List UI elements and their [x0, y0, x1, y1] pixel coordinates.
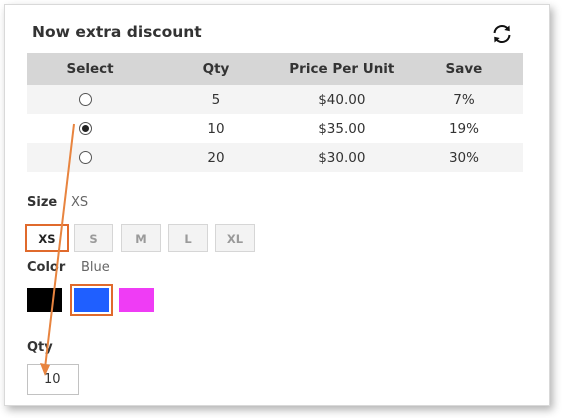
size-option-s[interactable]: S	[74, 224, 113, 252]
size-selected-value: XS	[71, 195, 89, 210]
color-swatch-blue[interactable]	[70, 284, 113, 316]
tier-save: 19%	[404, 114, 523, 143]
header-qty: Qty	[153, 53, 279, 85]
tier-qty: 20	[153, 143, 279, 172]
color-selected-value: Blue	[81, 260, 110, 275]
header-price: Price Per Unit	[278, 53, 405, 85]
table-row[interactable]: 5 $40.00 7%	[27, 85, 523, 114]
color-swatch-magenta[interactable]	[119, 288, 154, 312]
tier-qty: 10	[153, 114, 279, 143]
header-select: Select	[27, 53, 154, 85]
refresh-icon[interactable]	[490, 22, 514, 46]
size-option-m[interactable]: M	[121, 224, 161, 252]
tier-radio[interactable]	[78, 122, 92, 135]
tier-radio[interactable]	[78, 151, 92, 164]
tier-save: 30%	[404, 143, 523, 172]
color-swatch-black[interactable]	[27, 288, 62, 312]
tier-price: $35.00	[278, 114, 405, 143]
tier-radio[interactable]	[78, 93, 92, 106]
color-label: Color	[27, 260, 66, 275]
tier-price: $40.00	[278, 85, 405, 114]
tier-save: 7%	[404, 85, 523, 114]
tier-qty: 5	[153, 85, 279, 114]
size-label: Size	[27, 195, 58, 210]
size-option-xs[interactable]: XS	[25, 224, 69, 252]
table-header-row: Select Qty Price Per Unit Save	[27, 53, 523, 85]
discount-card: Now extra discount Select Qty Price Per …	[4, 4, 550, 406]
qty-label: Qty	[27, 340, 53, 355]
table-row[interactable]: 10 $35.00 19%	[27, 114, 523, 143]
header-save: Save	[404, 53, 523, 85]
card-title: Now extra discount	[32, 23, 202, 41]
qty-input[interactable]: 10	[27, 364, 79, 395]
tier-price-table: Select Qty Price Per Unit Save 5 $40.00 …	[27, 53, 523, 172]
table-row[interactable]: 20 $30.00 30%	[27, 143, 523, 172]
size-option-xl[interactable]: XL	[215, 224, 255, 252]
size-option-l[interactable]: L	[168, 224, 208, 252]
tier-price: $30.00	[278, 143, 405, 172]
